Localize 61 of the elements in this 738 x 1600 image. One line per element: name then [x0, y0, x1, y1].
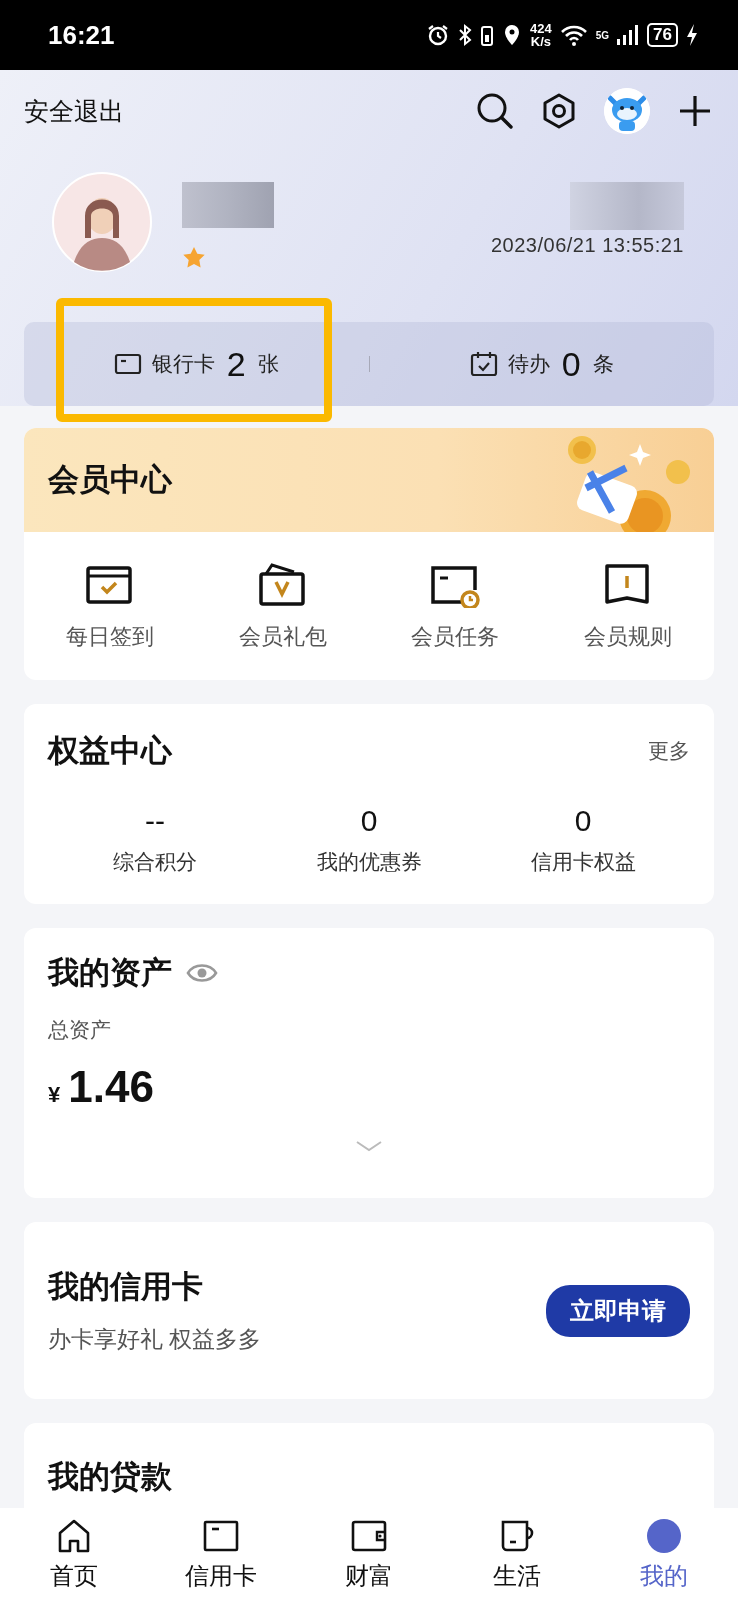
stat-label: 信用卡权益 [530, 849, 636, 875]
wallet-icon [257, 562, 308, 608]
benefit-stat[interactable]: -- 综合积分 [48, 804, 262, 876]
section-title: 我的信用卡 [48, 1268, 204, 1306]
nav-tab[interactable]: 财富 [295, 1518, 443, 1592]
member-shortcut[interactable]: 每日签到 [24, 562, 197, 652]
profile-icon [646, 1518, 683, 1554]
stat-label: 我的优惠券 [316, 849, 422, 875]
charging-icon [686, 23, 698, 47]
member-shortcut[interactable]: 会员任务 [369, 562, 542, 652]
add-icon[interactable] [678, 94, 712, 128]
section-title: 我的贷款 [48, 1459, 173, 1495]
bluetooth-icon [458, 23, 473, 47]
member-shortcut[interactable]: 会员礼包 [196, 562, 369, 652]
signal-icon [617, 23, 640, 47]
summary-item[interactable]: 银行卡 2 张 [24, 322, 369, 406]
summary-label: 待办 [507, 351, 550, 377]
section-title: 我的资产 [48, 954, 172, 992]
more-link[interactable]: 更多 [648, 737, 690, 765]
summary-count: 0 [561, 344, 581, 384]
battery-level: 76 [647, 23, 678, 47]
summary-item[interactable]: 待办 0 条 [369, 322, 714, 406]
summary-unit: 条 [592, 351, 614, 377]
search-icon[interactable] [476, 92, 514, 130]
avatar[interactable] [52, 172, 152, 272]
wifi-icon [559, 23, 588, 47]
promo-text: 办卡享好礼 权益多多 [48, 1325, 263, 1354]
wallet-icon [351, 1518, 387, 1554]
network-type: 5G [595, 30, 610, 41]
eye-icon[interactable] [186, 962, 218, 984]
nav-tab[interactable]: 生活 [442, 1518, 591, 1592]
card-icon [203, 1518, 240, 1554]
currency-symbol: ¥ [48, 1082, 61, 1108]
card-icon [113, 352, 142, 376]
phone-battery-icon [480, 23, 495, 47]
section-title: 会员中心 [48, 461, 173, 499]
total-assets-label: 总资产 [48, 1017, 112, 1043]
summary-unit: 张 [257, 351, 279, 377]
calendar-check-icon [469, 350, 498, 378]
total-assets-amount: 1.46 [68, 1062, 154, 1112]
logout-link[interactable]: 安全退出 [24, 94, 124, 128]
stat-value: -- [145, 804, 165, 838]
speed-unit: K/s [530, 35, 551, 48]
benefit-stat[interactable]: 0 信用卡权益 [476, 804, 690, 876]
nav-tab[interactable]: 信用卡 [147, 1518, 296, 1592]
summary-count: 2 [226, 344, 246, 384]
section-title: 权益中心 [48, 732, 173, 770]
stat-value: 0 [360, 804, 378, 838]
nav-tab[interactable]: 首页 [0, 1518, 148, 1592]
stat-label: 综合积分 [113, 849, 197, 875]
summary-label: 银行卡 [151, 351, 215, 377]
star-icon [182, 246, 206, 268]
apply-button[interactable]: 立即申请 [546, 1284, 690, 1337]
network-speed: 424 [530, 22, 552, 35]
clock-time: 16:21 [48, 19, 116, 51]
benefit-stat[interactable]: 0 我的优惠券 [262, 804, 476, 876]
stat-value: 0 [574, 804, 592, 838]
nav-tab[interactable]: 我的 [590, 1518, 738, 1592]
member-shortcut[interactable]: 会员规则 [541, 562, 714, 652]
settings-icon[interactable] [542, 93, 576, 129]
login-timestamp: 2023/06/21 13:55:21 [491, 234, 684, 257]
